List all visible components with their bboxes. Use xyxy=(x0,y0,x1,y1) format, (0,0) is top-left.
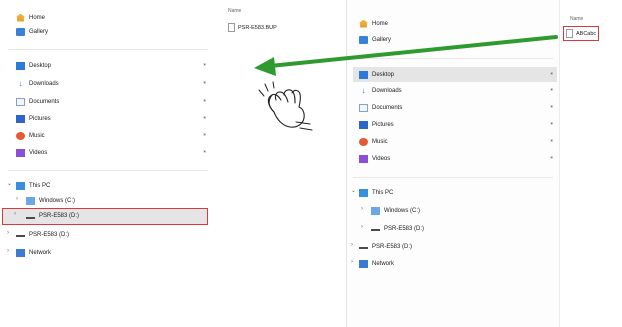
drag-arrow xyxy=(254,35,558,76)
motion-lines xyxy=(258,81,275,97)
drag-annotation-layer xyxy=(254,35,558,131)
grab-hand-icon xyxy=(267,89,313,131)
